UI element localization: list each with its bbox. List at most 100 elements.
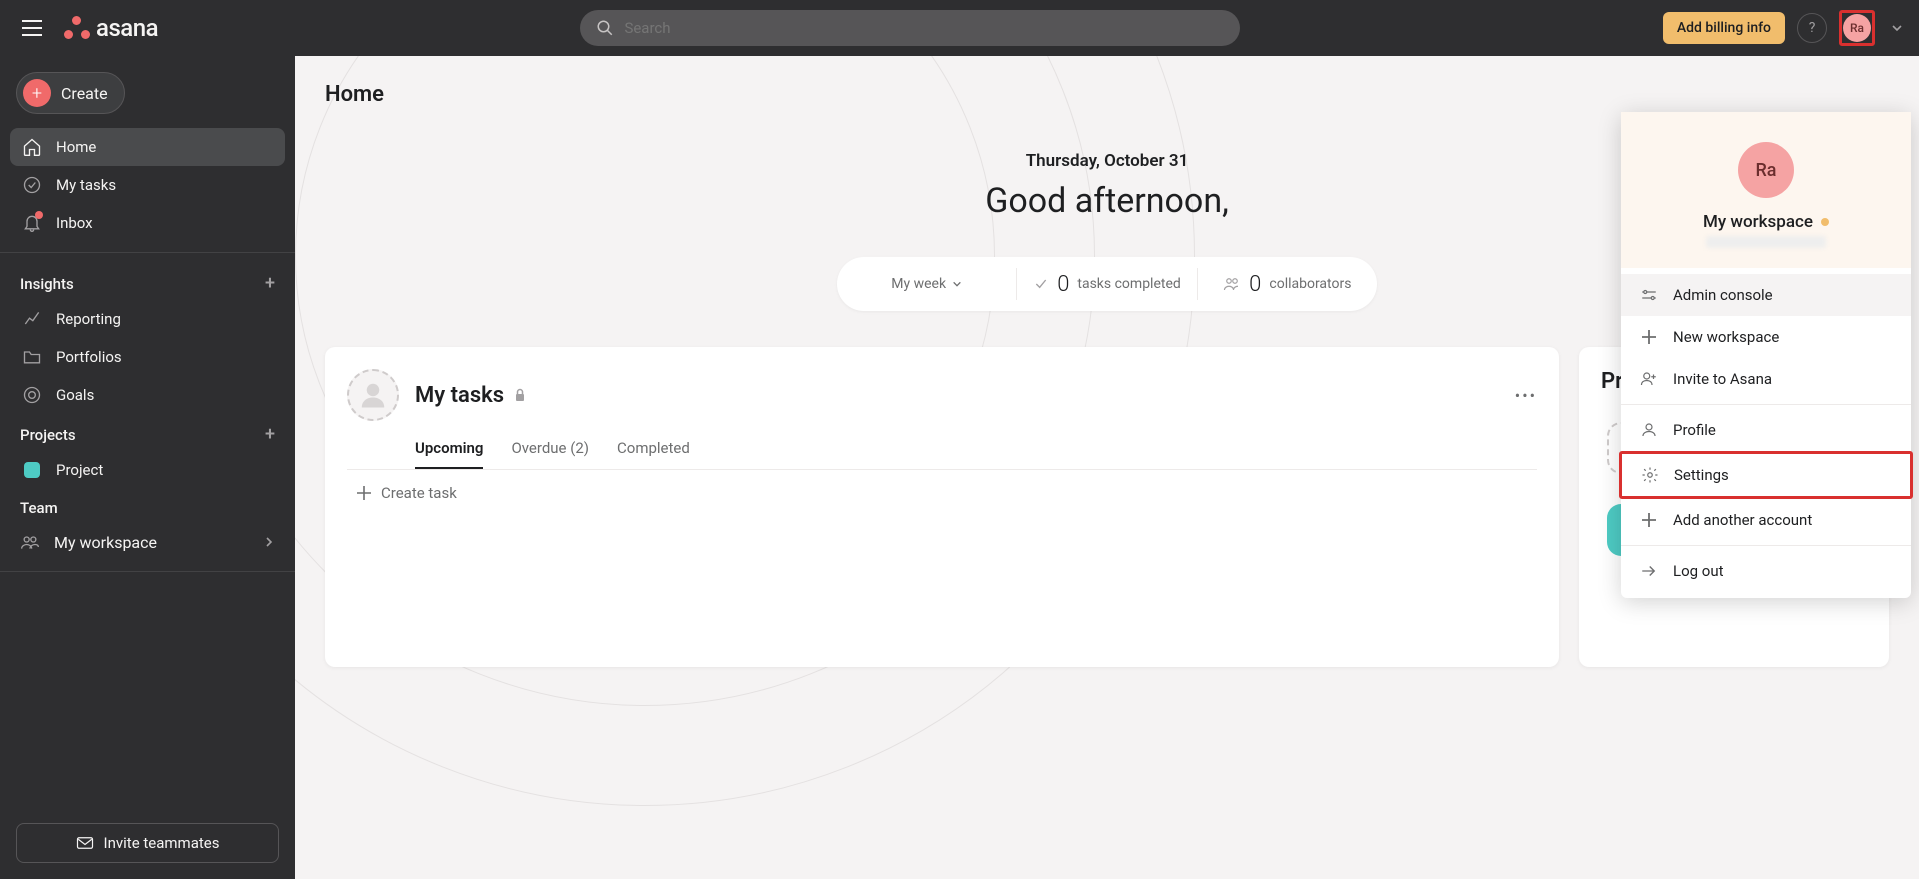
target-icon [22,385,42,405]
sidebar-item-inbox[interactable]: Inbox [10,204,285,242]
create-button[interactable]: + Create [16,72,125,114]
add-billing-button[interactable]: Add billing info [1663,12,1785,44]
logo-icon [64,15,90,41]
stats-filter-dropdown[interactable]: My week [891,276,962,292]
search-icon [596,19,614,37]
project-color-icon [22,460,42,480]
chevron-down-icon [952,279,962,289]
tasks-count: 0 [1057,272,1069,297]
menu-header: Ra My workspace [1621,112,1911,268]
people-icon [20,532,40,552]
sidebar-item-goals[interactable]: Goals [10,376,285,414]
card-menu-button[interactable]: ••• [1515,386,1537,405]
menu-item-new-workspace[interactable]: New workspace [1621,316,1911,358]
menu-label: Invite to Asana [1673,370,1772,388]
projects-section-header: Projects + [0,414,295,451]
tab-upcoming[interactable]: Upcoming [415,439,483,469]
avatar-placeholder[interactable] [347,369,399,421]
home-icon [22,137,42,157]
sidebar-label: Portfolios [56,348,122,366]
asana-logo[interactable]: asana [64,14,158,42]
create-task-label: Create task [381,484,457,502]
topbar: asana Add billing info ? Ra [0,0,1919,56]
menu-item-profile[interactable]: Profile [1621,409,1911,451]
section-title: Projects [20,426,76,444]
sidebar-item-reporting[interactable]: Reporting [10,300,285,338]
insights-section-header: Insights + [0,263,295,300]
invite-teammates-button[interactable]: Invite teammates [16,823,279,863]
menu-label: Add another account [1673,511,1812,529]
hamburger-menu-button[interactable] [16,12,48,44]
plus-icon: + [23,79,51,107]
profile-avatar-button[interactable]: Ra [1843,14,1871,42]
collab-count: 0 [1249,272,1261,297]
collaborators-stat: 0 collaborators [1198,268,1377,300]
chevron-down-icon[interactable] [1891,22,1903,34]
menu-label: New workspace [1673,328,1779,346]
check-icon [1033,276,1049,292]
stats-pill: My week 0 tasks completed 0 co [837,257,1377,311]
profile-dropdown-menu: Ra My workspace Admin console New worksp… [1621,112,1911,598]
people-icon [1223,276,1241,292]
plus-icon [1639,327,1659,347]
menu-item-admin-console[interactable]: Admin console [1621,274,1911,316]
plus-icon [1639,510,1659,530]
search-input[interactable] [624,19,1224,37]
menu-avatar: Ra [1738,142,1794,198]
sidebar-item-mytasks[interactable]: My tasks [10,166,285,204]
sidebar-label: My tasks [56,176,116,194]
filter-label: My week [891,276,946,292]
avatar-highlight: Ra [1839,10,1875,46]
menu-item-settings[interactable]: Settings [1622,454,1910,496]
settings-highlight: Settings [1619,451,1913,499]
sliders-icon [1639,285,1659,305]
create-task-button[interactable]: Create task [347,470,1537,502]
sidebar-item-home[interactable]: Home [10,128,285,166]
sidebar-label: Project [56,461,103,479]
menu-label: Settings [1674,466,1729,484]
tasks-completed-stat: 0 tasks completed [1017,268,1197,300]
sidebar-item-workspace[interactable]: My workspace [0,523,295,561]
sidebar-item-portfolios[interactable]: Portfolios [10,338,285,376]
menu-email-blurred [1706,236,1826,248]
chevron-right-icon [263,536,275,548]
section-title: Team [20,499,58,517]
arrow-right-icon [1639,561,1659,581]
menu-item-invite[interactable]: Invite to Asana [1621,358,1911,400]
person-icon [358,380,388,410]
collab-label: collaborators [1269,276,1351,292]
card-title-text: My tasks [415,383,504,408]
menu-item-logout[interactable]: Log out [1621,550,1911,592]
help-button[interactable]: ? [1797,13,1827,43]
gear-icon [1640,465,1660,485]
menu-label: Log out [1673,562,1724,580]
lock-icon [514,388,526,402]
sidebar-item-project[interactable]: Project [10,451,285,489]
check-circle-icon [22,175,42,195]
main-content: Home Thursday, October 31 Good afternoon… [295,56,1919,879]
my-tasks-card: My tasks ••• Upcoming Overdue (2) Comple… [325,347,1559,667]
mail-icon [76,836,94,850]
card-title: My tasks [415,383,526,408]
menu-workspace-name: My workspace [1621,212,1911,232]
create-label: Create [61,84,108,103]
menu-item-add-account[interactable]: Add another account [1621,499,1911,541]
status-dot-icon [1821,218,1829,226]
workspace-text: My workspace [1703,212,1813,232]
menu-icon [22,20,42,36]
tab-completed[interactable]: Completed [617,439,690,469]
add-project-button[interactable]: + [265,424,275,445]
sidebar-label: Reporting [56,310,121,328]
add-insight-button[interactable]: + [265,273,275,294]
plus-icon [357,486,371,500]
logo-text: asana [96,14,158,42]
menu-label: Profile [1673,421,1716,439]
sidebar-label: Inbox [56,214,93,232]
tasks-label: tasks completed [1077,276,1180,292]
tab-overdue[interactable]: Overdue (2) [511,439,589,469]
section-title: Insights [20,275,74,293]
sidebar-label: Goals [56,386,94,404]
search-bar[interactable] [580,10,1240,46]
page-title: Home [325,82,1889,107]
bell-icon [22,213,42,233]
